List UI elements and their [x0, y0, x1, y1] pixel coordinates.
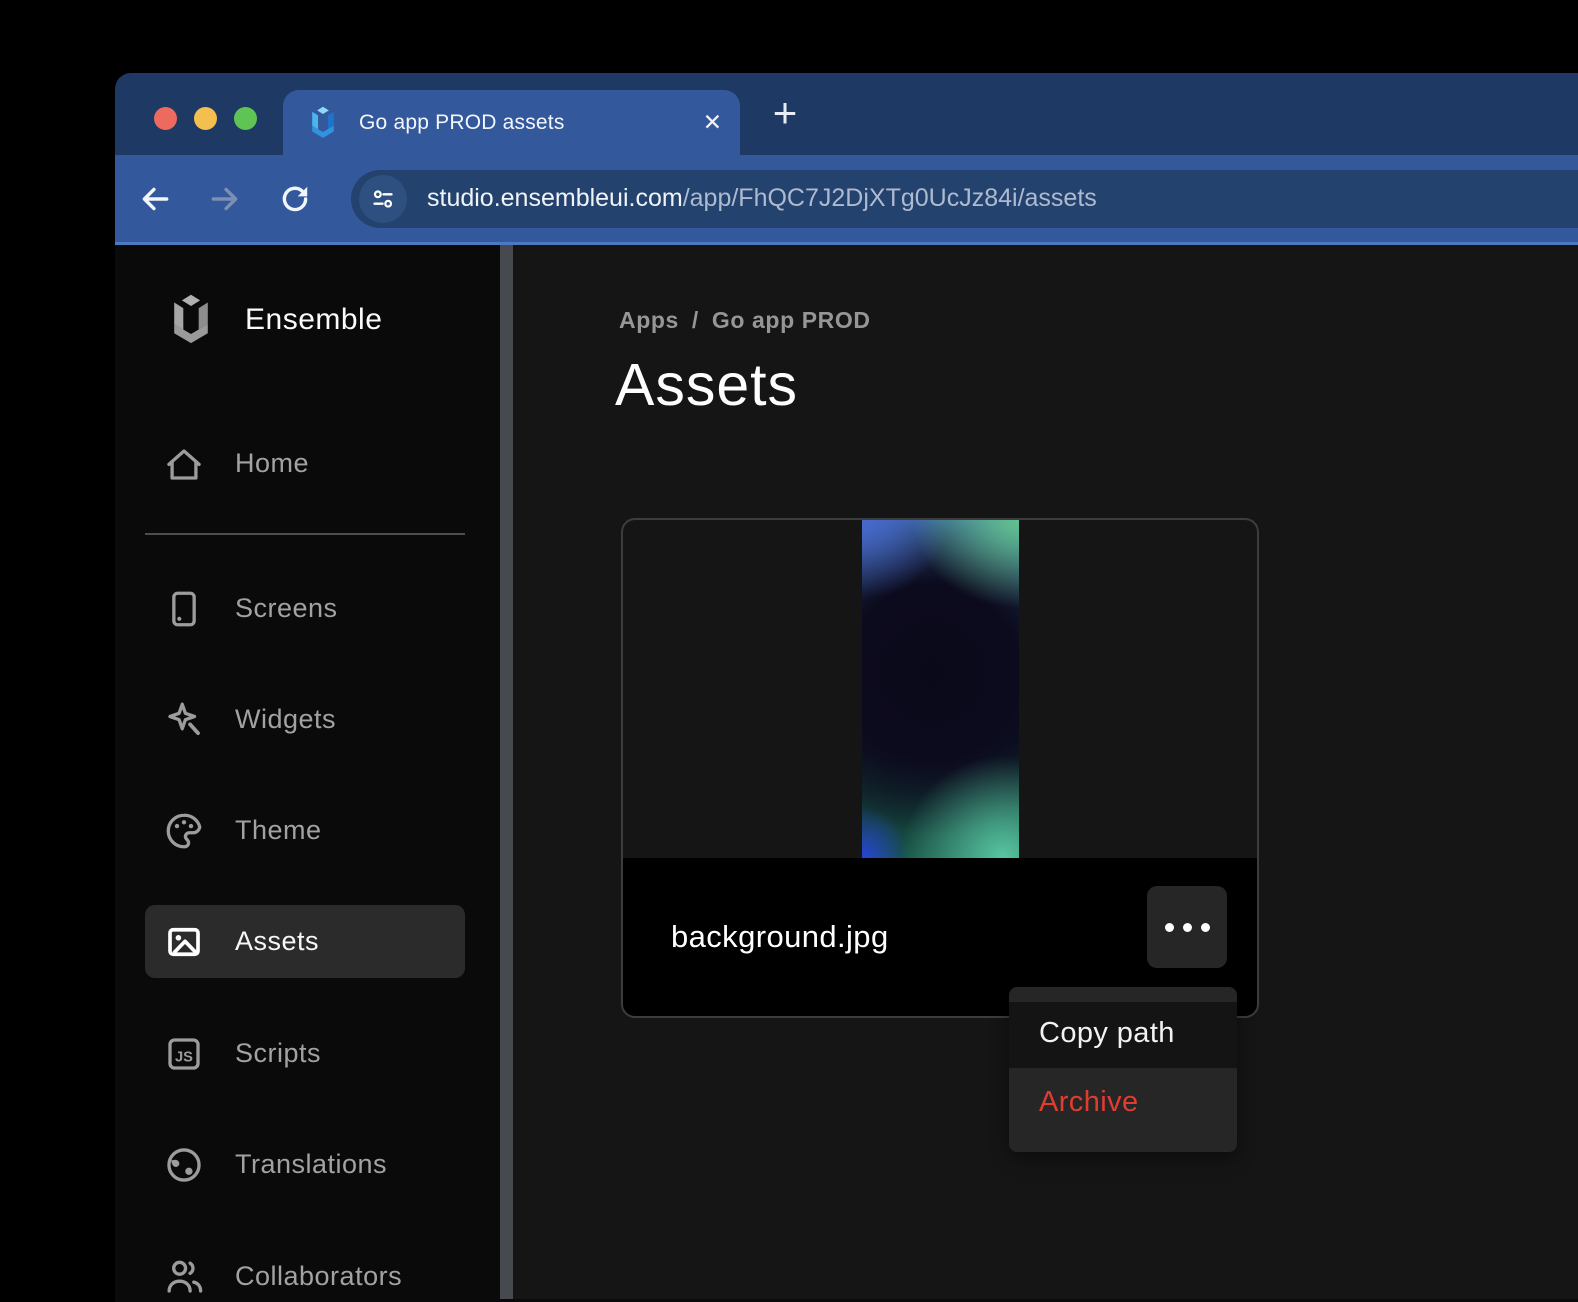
scripts-icon: JS [163, 1033, 205, 1075]
breadcrumb-apps[interactable]: Apps [619, 307, 679, 334]
traffic-zoom-button[interactable] [234, 107, 257, 130]
sidebar-item-label: Assets [235, 926, 319, 957]
asset-card: background.jpg [621, 518, 1259, 1018]
new-tab-button[interactable]: + [763, 85, 807, 141]
asset-menu-button[interactable] [1147, 886, 1227, 968]
collaborators-icon [163, 1256, 205, 1298]
asset-filename: background.jpg [671, 919, 889, 955]
widgets-icon [163, 699, 205, 741]
sidebar-item-label: Collaborators [235, 1261, 402, 1292]
browser-toolbar: studio.ensembleui.com/app/FhQC7J2DjXTg0U… [115, 155, 1578, 245]
ensemble-logo-icon [163, 292, 219, 348]
sidebar-item-theme[interactable]: Theme [145, 794, 465, 867]
url-bar[interactable]: studio.ensembleui.com/app/FhQC7J2DjXTg0U… [351, 170, 1578, 228]
asset-thumbnail-area [623, 520, 1257, 858]
tab-title: Go app PROD assets [359, 111, 565, 135]
site-info-button[interactable] [359, 175, 407, 223]
browser-tab[interactable]: Go app PROD assets ✕ [283, 90, 740, 155]
reload-icon [278, 182, 312, 216]
url-domain: studio.ensembleui.com [427, 184, 683, 212]
sidebar-item-translations[interactable]: Translations [145, 1128, 465, 1201]
browser-titlebar: Go app PROD assets ✕ + [115, 73, 1578, 155]
home-icon [163, 443, 205, 485]
sidebar-scrollbar[interactable] [500, 245, 513, 1299]
svg-text:JS: JS [175, 1049, 193, 1065]
theme-icon [163, 810, 205, 852]
breadcrumb-app-name[interactable]: Go app PROD [712, 307, 871, 334]
menu-item-copy-path[interactable]: Copy path [1009, 1002, 1237, 1068]
sidebar-item-label: Translations [235, 1149, 387, 1180]
traffic-minimize-button[interactable] [194, 107, 217, 130]
traffic-close-button[interactable] [154, 107, 177, 130]
arrow-left-icon [138, 182, 172, 216]
screens-icon [163, 588, 205, 630]
url-path: /app/FhQC7J2DjXTg0UcJz84i/assets [683, 184, 1097, 212]
main-content: Apps / Go app PROD Assets background.jpg [513, 245, 1578, 1299]
brand: Ensemble [163, 289, 382, 351]
browser-window: Go app PROD assets ✕ + [115, 73, 1578, 1302]
tab-close-icon[interactable]: ✕ [703, 90, 722, 155]
sidebar-item-label: Theme [235, 815, 322, 846]
reload-button[interactable] [273, 177, 317, 221]
assets-icon [163, 921, 205, 963]
ellipsis-icon [1201, 923, 1210, 932]
sidebar-item-scripts[interactable]: JS Scripts [145, 1017, 465, 1090]
url-text: studio.ensembleui.com/app/FhQC7J2DjXTg0U… [427, 184, 1097, 213]
ensemble-logo-icon [305, 105, 341, 141]
sidebar-divider [145, 533, 465, 535]
asset-thumbnail-image[interactable] [862, 520, 1019, 858]
sidebar-item-screens[interactable]: Screens [145, 572, 465, 645]
sidebar-item-label: Home [235, 448, 309, 479]
forward-button[interactable] [203, 177, 247, 221]
sidebar-item-collaborators[interactable]: Collaborators [145, 1240, 465, 1302]
tune-icon [368, 184, 398, 214]
brand-label: Ensemble [245, 303, 382, 337]
ellipsis-icon [1183, 923, 1192, 932]
sidebar-item-assets[interactable]: Assets [145, 905, 465, 978]
ellipsis-icon [1165, 923, 1174, 932]
breadcrumb-separator: / [692, 307, 699, 334]
translations-icon [163, 1144, 205, 1186]
sidebar-item-widgets[interactable]: Widgets [145, 683, 465, 756]
arrow-right-icon [208, 182, 242, 216]
menu-item-archive[interactable]: Archive [1009, 1068, 1237, 1152]
asset-context-menu: Copy path Archive [1009, 987, 1237, 1152]
breadcrumb: Apps / Go app PROD [619, 307, 871, 334]
page-title: Assets [615, 351, 798, 419]
back-button[interactable] [133, 177, 177, 221]
sidebar-item-label: Widgets [235, 704, 336, 735]
sidebar-item-label: Scripts [235, 1038, 321, 1069]
sidebar-item-label: Screens [235, 593, 338, 624]
sidebar: Ensemble Home Screens [115, 245, 500, 1299]
sidebar-item-home[interactable]: Home [145, 427, 465, 500]
